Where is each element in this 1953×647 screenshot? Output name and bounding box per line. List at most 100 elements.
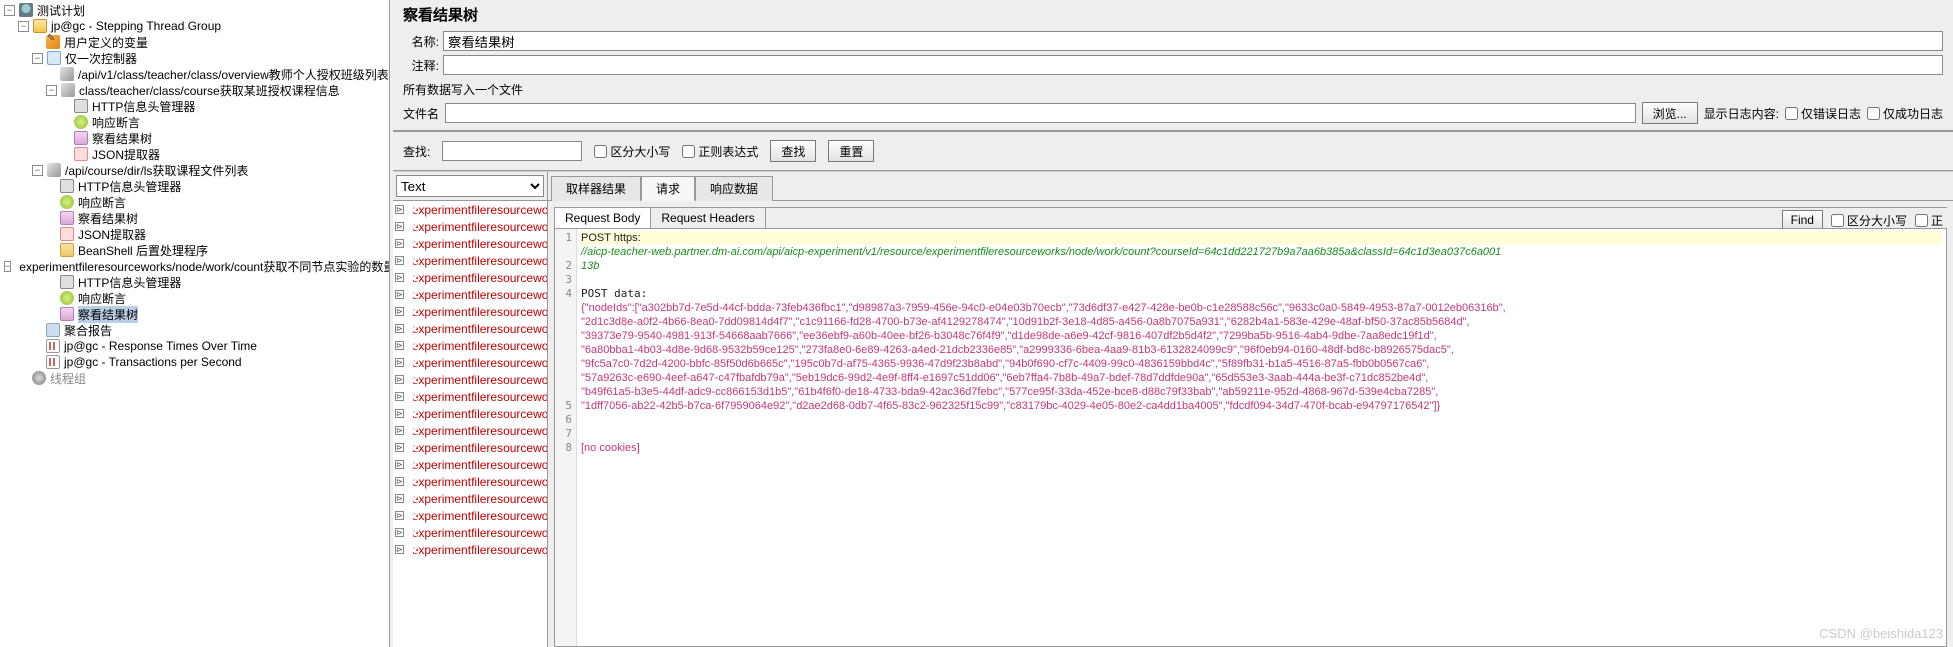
tree-item[interactable]: −class/teacher/class/course获取某班授权课程信息	[4, 82, 389, 98]
expand-icon[interactable]: ⊳	[395, 222, 404, 231]
collapse-icon[interactable]: −	[32, 165, 43, 176]
result-item[interactable]: ⊳experimentfileresourcewo	[393, 371, 547, 388]
expand-icon[interactable]: ⊳	[395, 426, 404, 435]
expand-icon[interactable]: ⊳	[395, 358, 404, 367]
expand-icon[interactable]: ⊳	[395, 375, 404, 384]
subtab-headers[interactable]: Request Headers	[651, 208, 765, 228]
result-item[interactable]: ⊳experimentfileresourcewo	[393, 473, 547, 490]
result-item[interactable]: ⊳experimentfileresourcewo	[393, 388, 547, 405]
tree-item[interactable]: −/api/course/dir/ls获取课程文件列表	[4, 162, 389, 178]
expand-icon[interactable]: ⊳	[395, 341, 404, 350]
filename-input[interactable]	[445, 103, 1636, 123]
expand-icon[interactable]: ⊳	[395, 205, 404, 214]
tree-threadgroup[interactable]: −jp@gc - Stepping Thread Group	[4, 18, 389, 34]
tree-item[interactable]: 用户定义的变量	[4, 34, 389, 50]
result-item[interactable]: ⊳experimentfileresourcewo	[393, 354, 547, 371]
cb-case[interactable]: 区分大小写	[594, 143, 670, 160]
editor-find-button[interactable]: Find	[1782, 210, 1823, 230]
result-item[interactable]: ⊳experimentfileresourcewo	[393, 507, 547, 524]
result-item[interactable]: ⊳experimentfileresourcewo	[393, 218, 547, 235]
cb-success-only[interactable]: 仅成功日志	[1867, 105, 1943, 122]
cb-regex-box[interactable]	[682, 145, 695, 158]
expand-icon[interactable]: ⊳	[395, 545, 404, 554]
request-editor[interactable]: 12345678 POST https://aicp-teacher-web.p…	[554, 228, 1947, 647]
result-item[interactable]: ⊳experimentfileresourcewo	[393, 201, 547, 218]
expand-icon[interactable]: ⊳	[395, 290, 404, 299]
comment-input[interactable]	[443, 55, 1943, 75]
cb-regex[interactable]: 正则表达式	[682, 143, 758, 160]
expand-icon[interactable]: ⊳	[395, 239, 404, 248]
expand-icon[interactable]: ⊳	[395, 511, 404, 520]
tree-item[interactable]: JSON提取器	[4, 226, 389, 242]
tab-sampler[interactable]: 取样器结果	[551, 176, 641, 201]
collapse-icon[interactable]: −	[32, 53, 43, 64]
tree-item[interactable]: 响应断言	[4, 194, 389, 210]
expand-icon[interactable]: ⊳	[395, 409, 404, 418]
name-input[interactable]	[443, 31, 1943, 51]
collapse-icon[interactable]: −	[4, 5, 15, 16]
tree-item[interactable]: /api/v1/class/teacher/class/overview教师个人…	[4, 66, 389, 82]
editor-cb-regex-box[interactable]	[1915, 214, 1928, 227]
expand-icon[interactable]: ⊳	[395, 528, 404, 537]
result-item[interactable]: ⊳experimentfileresourcewo	[393, 439, 547, 456]
tree-item[interactable]: HTTP信息头管理器	[4, 178, 389, 194]
result-item[interactable]: ⊳experimentfileresourcewo	[393, 524, 547, 541]
result-item[interactable]: ⊳experimentfileresourcewo	[393, 235, 547, 252]
expand-icon[interactable]: ⊳	[395, 443, 404, 452]
result-item[interactable]: ⊳experimentfileresourcewo	[393, 405, 547, 422]
result-item[interactable]: ⊳experimentfileresourcewo	[393, 320, 547, 337]
tree-item[interactable]: jp@gc - Transactions per Second	[4, 354, 389, 370]
cb-success-only-box[interactable]	[1867, 107, 1880, 120]
search-input[interactable]	[442, 141, 582, 161]
tree-item[interactable]: 察看结果树	[4, 210, 389, 226]
tab-request[interactable]: 请求	[641, 176, 695, 201]
result-item[interactable]: ⊳experimentfileresourcewo	[393, 490, 547, 507]
tree-item[interactable]: JSON提取器	[4, 146, 389, 162]
tree-root[interactable]: −测试计划	[4, 2, 389, 18]
expand-icon[interactable]: ⊳	[395, 256, 404, 265]
browse-button[interactable]: 浏览...	[1642, 102, 1698, 124]
result-item[interactable]: ⊳experimentfileresourcewo	[393, 422, 547, 439]
tree-item[interactable]: 响应断言	[4, 290, 389, 306]
result-item[interactable]: ⊳experimentfileresourcewo	[393, 286, 547, 303]
cb-error-only[interactable]: 仅错误日志	[1785, 105, 1861, 122]
expand-icon[interactable]: ⊳	[395, 494, 404, 503]
result-item[interactable]: ⊳experimentfileresourcewo	[393, 541, 547, 558]
tree-item-selected[interactable]: 察看结果树	[4, 306, 389, 322]
tree-item[interactable]: −experimentfileresourceworks/node/work/c…	[4, 258, 389, 274]
tree-item[interactable]: 察看结果树	[4, 130, 389, 146]
collapse-icon[interactable]: −	[4, 261, 11, 272]
expand-icon[interactable]: ⊳	[395, 477, 404, 486]
tree-item[interactable]: BeanShell 后置处理程序	[4, 242, 389, 258]
editor-cb-case-box[interactable]	[1831, 214, 1844, 227]
expand-icon[interactable]: ⊳	[395, 392, 404, 401]
cb-error-only-box[interactable]	[1785, 107, 1798, 120]
result-item[interactable]: ⊳experimentfileresourcewo	[393, 269, 547, 286]
tree-item[interactable]: 聚合报告	[4, 322, 389, 338]
tab-response[interactable]: 响应数据	[695, 176, 773, 201]
renderer-select[interactable]: Text	[396, 175, 544, 197]
result-item[interactable]: ⊳experimentfileresourcewo	[393, 456, 547, 473]
result-item[interactable]: ⊳experimentfileresourcewo	[393, 252, 547, 269]
reset-button[interactable]: 重置	[828, 140, 874, 162]
tree-item[interactable]: −仅一次控制器	[4, 50, 389, 66]
tree-item[interactable]: jp@gc - Response Times Over Time	[4, 338, 389, 354]
editor-cb-regex[interactable]: 正	[1915, 212, 1943, 229]
tree-item[interactable]: HTTP信息头管理器	[4, 98, 389, 114]
find-button[interactable]: 查找	[770, 140, 816, 162]
result-item[interactable]: ⊳experimentfileresourcewo	[393, 337, 547, 354]
tree-item[interactable]: HTTP信息头管理器	[4, 274, 389, 290]
collapse-icon[interactable]: −	[46, 85, 57, 96]
code-area[interactable]: POST https://aicp-teacher-web.partner.dm…	[577, 229, 1946, 646]
results-list[interactable]: ⊳experimentfileresourcewo⊳experimentfile…	[393, 201, 547, 647]
expand-icon[interactable]: ⊳	[395, 273, 404, 282]
subtab-body[interactable]: Request Body	[555, 208, 651, 228]
tree-item[interactable]: 响应断言	[4, 114, 389, 130]
expand-icon[interactable]: ⊳	[395, 307, 404, 316]
collapse-icon[interactable]: −	[18, 21, 29, 32]
editor-cb-case[interactable]: 区分大小写	[1831, 212, 1907, 229]
cb-case-box[interactable]	[594, 145, 607, 158]
expand-icon[interactable]: ⊳	[395, 460, 404, 469]
expand-icon[interactable]: ⊳	[395, 324, 404, 333]
result-item[interactable]: ⊳experimentfileresourcewo	[393, 303, 547, 320]
